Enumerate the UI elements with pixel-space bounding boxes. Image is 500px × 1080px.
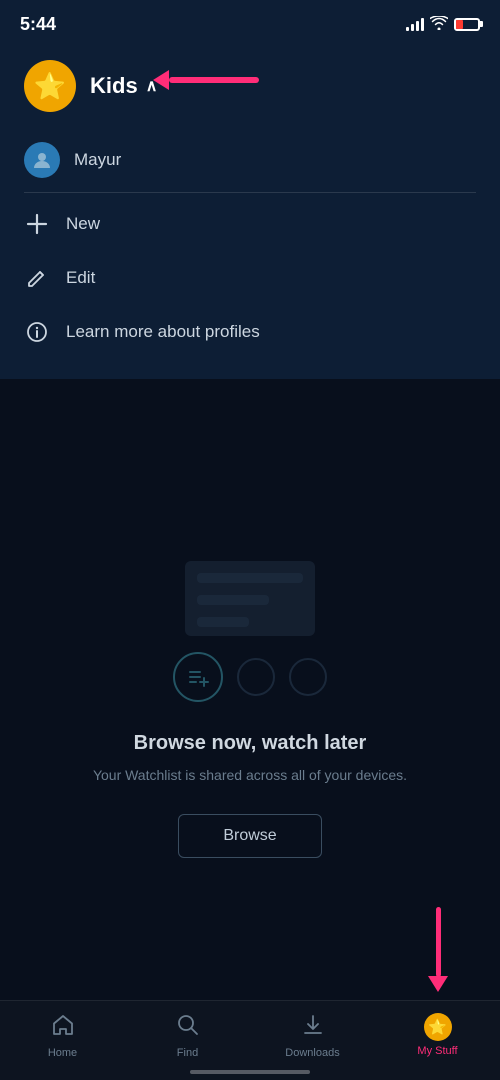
my-stuff-kids-avatar: ⭐ xyxy=(424,1013,452,1041)
watchlist-subtitle: Your Watchlist is shared across all of y… xyxy=(93,765,407,786)
profile-mayur[interactable]: Mayur xyxy=(24,132,476,188)
pink-arrow-annotation xyxy=(154,70,259,90)
status-time: 5:44 xyxy=(20,14,56,35)
home-indicator xyxy=(190,1070,310,1074)
nav-home-label: Home xyxy=(48,1047,77,1059)
circle-placeholder-1 xyxy=(237,658,275,696)
kids-avatar: ⭐ xyxy=(24,60,76,112)
profile-dropdown: ⭐ Kids ∧ Mayur New xyxy=(0,44,500,379)
main-content: Browse now, watch later Your Watchlist i… xyxy=(0,379,500,1040)
nav-find[interactable]: Find xyxy=(125,1011,250,1061)
active-profile[interactable]: ⭐ Kids ∧ xyxy=(24,60,476,112)
bottom-nav: Home Find Downloads ⭐ My Stuff xyxy=(0,1000,500,1080)
nav-my-stuff-label: My Stuff xyxy=(417,1045,457,1057)
wifi-icon xyxy=(430,16,448,33)
pencil-icon xyxy=(24,265,50,291)
pink-down-arrow-annotation xyxy=(428,907,448,992)
learn-more-label: Learn more about profiles xyxy=(66,322,260,342)
mayur-avatar xyxy=(24,142,60,178)
info-icon xyxy=(24,319,50,345)
new-label: New xyxy=(66,214,100,234)
divider xyxy=(24,192,476,193)
edit-profile-item[interactable]: Edit xyxy=(24,251,476,305)
nav-my-stuff[interactable]: ⭐ My Stuff xyxy=(375,1011,500,1059)
plus-icon xyxy=(24,211,50,237)
learn-more-profiles-item[interactable]: Learn more about profiles xyxy=(24,305,476,359)
watchlist-title: Browse now, watch later xyxy=(134,732,367,755)
signal-icon xyxy=(406,17,424,31)
new-profile-item[interactable]: New xyxy=(24,197,476,251)
search-icon xyxy=(176,1013,200,1043)
fake-content-card xyxy=(185,561,315,636)
battery-icon xyxy=(454,18,480,31)
nav-find-label: Find xyxy=(177,1047,198,1059)
add-to-list-icon xyxy=(173,652,223,702)
status-icons xyxy=(406,16,480,33)
home-icon xyxy=(51,1013,75,1043)
active-profile-name: Kids ∧ xyxy=(90,73,157,99)
watchlist-illustration xyxy=(173,561,327,702)
mayur-profile-label: Mayur xyxy=(74,150,121,170)
nav-downloads[interactable]: Downloads xyxy=(250,1011,375,1061)
add-icons-row xyxy=(173,652,327,702)
nav-home[interactable]: Home xyxy=(0,1011,125,1061)
circle-placeholder-2 xyxy=(289,658,327,696)
download-icon xyxy=(301,1013,325,1043)
status-bar: 5:44 xyxy=(0,0,500,44)
edit-label: Edit xyxy=(66,268,95,288)
browse-button[interactable]: Browse xyxy=(178,814,321,858)
nav-downloads-label: Downloads xyxy=(285,1047,339,1059)
